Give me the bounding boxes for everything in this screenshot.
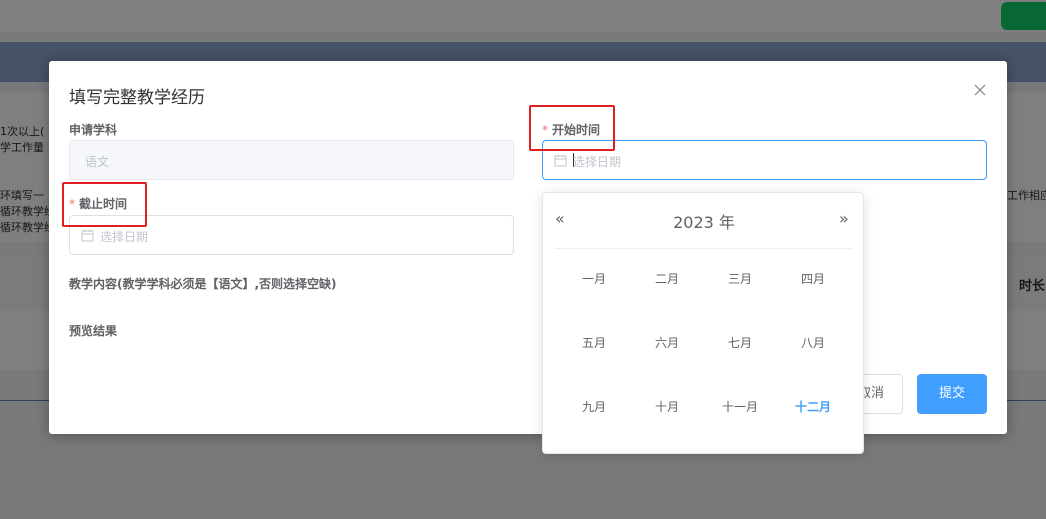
end-time-label: * 截止时间 [69, 195, 127, 212]
picker-year-label[interactable]: 2023 年 [543, 209, 865, 233]
month-cell[interactable]: 四月 [782, 269, 844, 289]
end-time-placeholder: 选择日期 [100, 230, 149, 244]
close-icon[interactable] [970, 80, 990, 100]
month-cell[interactable]: 九月 [563, 397, 625, 417]
preview-label: 预览结果 [69, 324, 118, 338]
dialog-title: 填写完整教学经历 [69, 88, 205, 108]
month-cell[interactable]: 五月 [563, 333, 625, 353]
required-mark: * [69, 197, 75, 211]
month-picker-popover: « » 2023 年 一月 二月 三月 四月 五月 六月 七月 八月 九月 十月 十一月 十二月 [542, 192, 864, 454]
picker-divider [555, 248, 852, 249]
required-mark: * [542, 123, 548, 137]
end-time-input[interactable]: 选择日期 [69, 215, 514, 255]
start-time-input[interactable]: 选择日期 [542, 140, 987, 180]
calendar-icon [554, 154, 567, 167]
month-cell[interactable]: 十月 [636, 397, 698, 417]
month-cell[interactable]: 六月 [636, 333, 698, 353]
month-cell[interactable]: 十二月 [782, 397, 844, 417]
start-time-label-text: 开始时间 [552, 123, 601, 137]
end-time-label-text: 截止时间 [79, 197, 128, 211]
start-time-label: * 开始时间 [542, 121, 600, 138]
start-time-placeholder: 选择日期 [573, 155, 622, 169]
calendar-icon [81, 229, 94, 242]
teaching-content-label: 教学内容(教学学科必须是【语文】,否则选择空缺) [69, 277, 337, 291]
submit-button[interactable]: 提交 [917, 374, 987, 414]
month-cell[interactable]: 七月 [709, 333, 771, 353]
month-cell[interactable]: 三月 [709, 269, 771, 289]
month-cell[interactable]: 十一月 [709, 397, 771, 417]
month-cell[interactable]: 一月 [563, 269, 625, 289]
subject-label: 申请学科 [69, 123, 118, 137]
month-cell[interactable]: 八月 [782, 333, 844, 353]
subject-value: 语文 [85, 155, 110, 169]
month-cell[interactable]: 二月 [636, 269, 698, 289]
subject-input[interactable]: 语文 [69, 140, 514, 180]
